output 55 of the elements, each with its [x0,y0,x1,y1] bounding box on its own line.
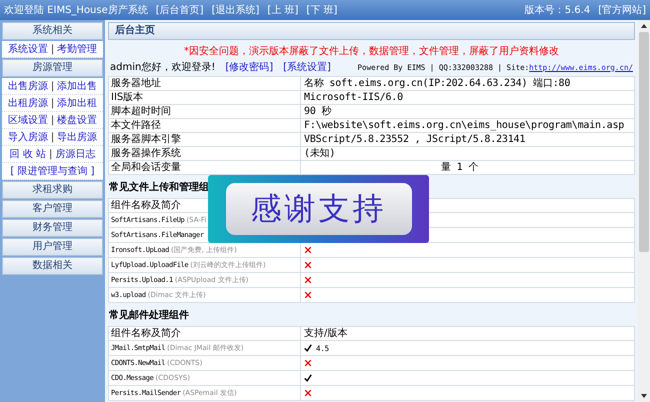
table-cell: 90 秒 [300,104,634,118]
separator-text: | [50,132,54,142]
page-title: 后台主页 [115,25,155,36]
separator-text: | [50,98,54,108]
menu-link[interactable]: 出租房源 [8,96,48,110]
table-cell: 服务器脚本引擎 [108,132,300,146]
menu-link[interactable]: 添加出租 [57,96,98,110]
separator-text: | [50,44,54,54]
column-header: 支持/版本 [300,326,634,340]
table-cell: F:\website\soft.eims.org.cn\eims_house\program\main.asp [300,118,634,132]
menu-header[interactable]: 财务管理 [2,219,103,237]
top-link[interactable]: [退出系统] [212,3,260,17]
table-cell: 服务器操作系统 [108,146,300,160]
welcome-text: 欢迎登陆 EIMS_House房产系统 [4,4,148,17]
menu-header[interactable]: 数据相关 [2,257,103,275]
action-link[interactable]: [修改密码] [225,60,274,74]
version-text: 版本号：5.6.4 [524,4,590,17]
section-title: 常见邮件处理组件 [108,308,190,323]
menu-link[interactable]: 添加出售 [57,79,98,93]
top-link[interactable]: [后台首页] [156,3,204,17]
greeting-text: admin您好，欢迎登录! [110,60,216,74]
notice-text: *因安全问题，演示版本屏蔽了文件上传，数据管理，文件管理，屏蔽了用户资料修改 [184,46,559,57]
table-cell: 名称 soft.eims.org.cn(IP:202.64.63.234) 端口:80 [300,76,634,90]
table-cell: Microsoft-IIS/6.0 [300,90,634,104]
menu-link[interactable]: [ 限进管理与查询 ] [10,164,95,178]
site-link[interactable]: [官方网站] [598,3,646,17]
menu-link[interactable]: 回 收 站 [10,147,46,161]
menu-header[interactable]: 房源管理 [2,59,103,77]
top-link[interactable]: [下 班] [306,3,338,17]
separator-text: | [50,80,54,92]
menu-link[interactable]: 系统设置 [8,42,48,56]
action-link[interactable]: [系统设置] [283,60,331,74]
menu-header[interactable]: 系统相关 [2,22,103,40]
menu-link[interactable]: 楼盘设置 [57,113,98,127]
separator-text: | [50,114,54,126]
menu-link[interactable]: 出售房源 [8,79,48,93]
menu-header[interactable]: 求租求购 [2,181,103,199]
table-cell: 服务器地址 [108,76,300,90]
table-cell: 本文件路径 [108,118,300,132]
menu-link[interactable]: 房源日志 [55,147,96,161]
menu-link[interactable]: 导入房源 [8,130,48,144]
scrollbar[interactable] [638,20,650,402]
menu-header[interactable]: 客户管理 [2,200,103,218]
table-cell: VBScript/5.8.23552 , JScript/5.8.23141 [300,132,634,146]
menu-link[interactable]: 区域设置 [8,113,48,127]
separator-text: | [48,148,52,160]
menu-link[interactable]: 导出房源 [57,130,98,144]
section-title: 常见文件上传和管理组 [108,180,210,195]
table-cell: 脚本超时时间 [108,104,300,118]
table-cell: (未知) [300,146,634,160]
menu-header[interactable]: 用户管理 [2,238,103,256]
menu-link[interactable]: 考勤管理 [57,42,98,56]
column-header: 组件名称及简介 [108,326,300,340]
table-cell: IIS版本 [108,90,300,104]
top-link[interactable]: [上 班] [267,3,298,17]
